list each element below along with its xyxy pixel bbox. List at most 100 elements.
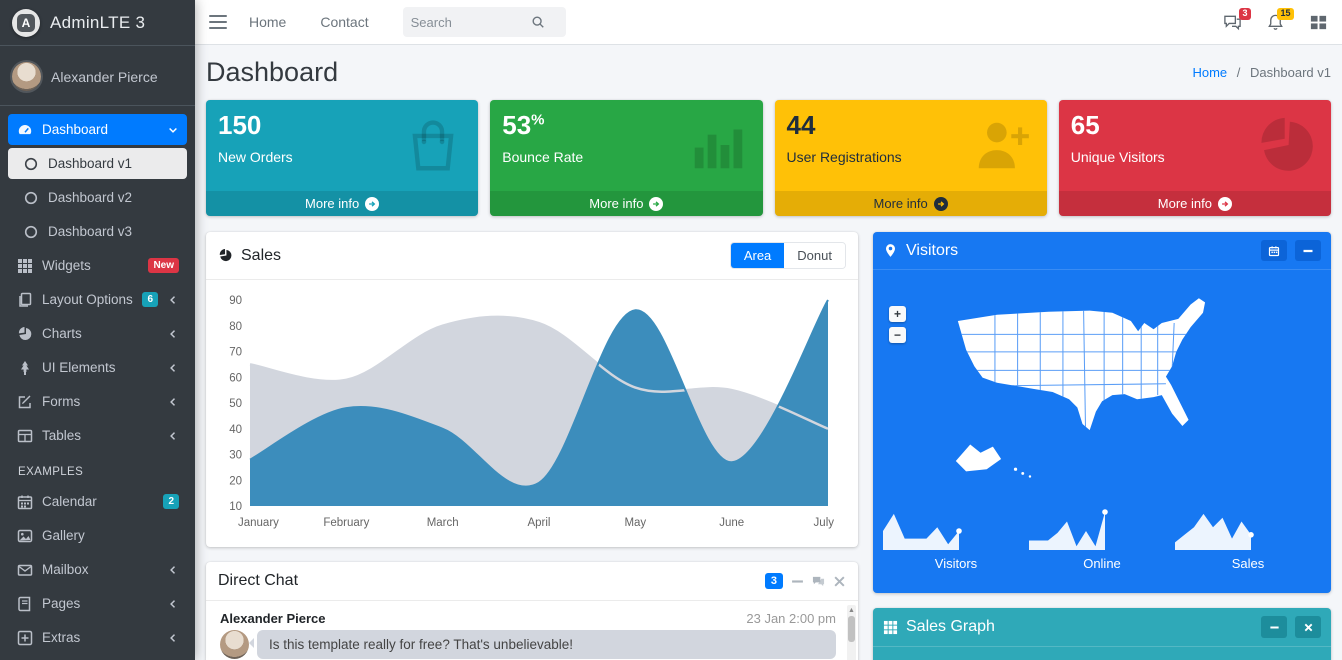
sidebar-item-pages[interactable]: Pages bbox=[8, 588, 187, 619]
sidebar-toggle-icon[interactable] bbox=[209, 15, 227, 29]
sidebar-item-dashboard-v1[interactable]: Dashboard v1 bbox=[8, 148, 187, 179]
notifications-bell-icon[interactable]: 15 bbox=[1266, 7, 1294, 32]
navbar-right: 3 15 bbox=[1223, 7, 1328, 32]
chat-count-badge: 3 bbox=[764, 573, 783, 589]
info-box-bounce-rate: 53% Bounce Rate More info bbox=[490, 100, 763, 216]
calendar-button[interactable] bbox=[1261, 240, 1287, 261]
sidebar-item-label: Dashboard bbox=[42, 122, 109, 137]
map-zoom-in-button[interactable]: + bbox=[889, 306, 906, 322]
info-box-new-orders: 150 New Orders More info bbox=[206, 100, 479, 216]
shopping-bag-icon bbox=[400, 114, 466, 176]
more-info-link[interactable]: More info bbox=[1058, 191, 1331, 216]
user-name: Alexander Pierce bbox=[51, 68, 158, 85]
navbar-link-home[interactable]: Home bbox=[249, 14, 286, 30]
adminlte-logo-icon: A bbox=[12, 8, 40, 37]
area-button[interactable]: Area bbox=[730, 243, 785, 268]
stats-bars-icon bbox=[685, 114, 751, 176]
image-icon bbox=[16, 527, 33, 544]
sidebar-item-layout-options[interactable]: Layout Options 6 bbox=[8, 284, 187, 315]
svg-text:June: June bbox=[719, 517, 744, 529]
donut-button[interactable]: Donut bbox=[784, 243, 845, 268]
chevron-left-icon bbox=[167, 328, 179, 340]
sidebar-item-dashboard-v3[interactable]: Dashboard v3 bbox=[8, 216, 187, 247]
sidebar-item-mailbox[interactable]: Mailbox bbox=[8, 554, 187, 585]
sidebar-item-label: Mailbox bbox=[42, 562, 89, 577]
svg-text:60: 60 bbox=[229, 372, 242, 384]
sidebar-item-calendar[interactable]: Calendar 2 bbox=[8, 486, 187, 517]
sidebar-item-label: Layout Options bbox=[42, 292, 133, 307]
chevron-left-icon bbox=[167, 294, 179, 306]
main-area: Home Contact 3 15 bbox=[195, 0, 1342, 660]
sales-card: Sales Area Donut 90 80 70 60 50 40 30 20 10 Janua… bbox=[206, 232, 858, 547]
breadcrumb-home-link[interactable]: Home bbox=[1192, 65, 1227, 80]
sidebar-item-ui-elements[interactable]: UI Elements bbox=[8, 352, 187, 383]
map-zoom-out-button[interactable]: − bbox=[889, 327, 906, 343]
more-info-link[interactable]: More info bbox=[206, 191, 479, 216]
more-info-link[interactable]: More info bbox=[774, 191, 1047, 216]
sidebar-item-label: Dashboard v1 bbox=[48, 156, 133, 171]
chat-contacts-icon[interactable] bbox=[812, 575, 825, 588]
svg-text:80: 80 bbox=[229, 321, 242, 333]
circle-icon bbox=[22, 189, 39, 206]
chevron-left-icon bbox=[167, 396, 179, 408]
scroll-up-arrow[interactable]: ▲ bbox=[847, 605, 856, 615]
th-large-icon[interactable] bbox=[1309, 13, 1328, 32]
sidebar-item-extras[interactable]: Extras bbox=[8, 622, 187, 653]
sidebar-item-label: Charts bbox=[42, 326, 82, 341]
scroll-thumb[interactable] bbox=[848, 616, 855, 642]
chat-scrollbar[interactable]: ▲ bbox=[847, 605, 856, 660]
sidebar-item-widgets[interactable]: Widgets New bbox=[8, 250, 187, 281]
direct-chat-card: Direct Chat 3 Alexander Pierce 23 Jan 2:… bbox=[206, 562, 858, 660]
calendar-icon bbox=[16, 493, 33, 510]
chart-type-switch: Area Donut bbox=[729, 242, 846, 269]
page-title: Dashboard bbox=[206, 57, 339, 87]
adminlte-dashboard: A AdminLTE 3 Alexander Pierce Dashboard … bbox=[0, 0, 1342, 660]
minimize-button[interactable] bbox=[1295, 240, 1321, 261]
chevron-left-icon bbox=[167, 598, 179, 610]
visitors-card: Visitors + − Visitors Online Sales bbox=[873, 232, 1331, 593]
svg-text:May: May bbox=[624, 517, 646, 529]
user-panel[interactable]: Alexander Pierce bbox=[0, 50, 195, 106]
info-box-user-registrations: 44 User Registrations More info bbox=[774, 100, 1047, 216]
notifications-badge: 15 bbox=[1276, 7, 1294, 20]
usa-map-svg[interactable] bbox=[935, 288, 1265, 494]
sidebar-item-label: Gallery bbox=[42, 528, 85, 543]
sidebar-item-dashboard[interactable]: Dashboard bbox=[8, 114, 187, 145]
sales-graph-card: Sales Graph bbox=[873, 608, 1331, 660]
sidebar-nav: Dashboard Dashboard v1 Dashboard v2 Dash… bbox=[0, 106, 195, 653]
svg-text:50: 50 bbox=[229, 398, 242, 410]
info-boxes-row: 150 New Orders More info 53% Bounce Rate… bbox=[206, 100, 1331, 216]
close-button[interactable] bbox=[1295, 616, 1321, 638]
sidebar-item-label: Forms bbox=[42, 394, 81, 409]
minimize-button[interactable] bbox=[1261, 616, 1287, 638]
close-icon[interactable] bbox=[833, 575, 846, 588]
chevron-down-icon bbox=[167, 124, 179, 136]
envelope-icon bbox=[16, 561, 33, 578]
svg-text:January: January bbox=[238, 517, 279, 529]
info-box-unique-visitors: 65 Unique Visitors More info bbox=[1058, 100, 1331, 216]
brand[interactable]: A AdminLTE 3 bbox=[0, 0, 195, 46]
minimize-icon[interactable] bbox=[791, 575, 804, 588]
messages-badge: 3 bbox=[1238, 7, 1251, 20]
sidebar-item-label: Dashboard v2 bbox=[48, 190, 133, 205]
svg-text:20: 20 bbox=[229, 475, 242, 487]
navbar-link-contact[interactable]: Contact bbox=[320, 14, 368, 30]
search-input[interactable] bbox=[410, 14, 531, 30]
sidebar-item-dashboard-v2[interactable]: Dashboard v2 bbox=[8, 182, 187, 213]
messages-icon[interactable]: 3 bbox=[1223, 7, 1251, 32]
svg-text:10: 10 bbox=[229, 501, 242, 513]
search-icon[interactable] bbox=[531, 15, 545, 29]
chat-messages: Alexander Pierce 23 Jan 2:00 pm Is this … bbox=[206, 601, 858, 660]
svg-text:March: March bbox=[427, 517, 459, 529]
sales-chart: 90 80 70 60 50 40 30 20 10 January February March Ap… bbox=[206, 280, 858, 542]
chevron-left-icon bbox=[167, 564, 179, 576]
sidebar-item-charts[interactable]: Charts bbox=[8, 318, 187, 349]
sidebar-item-forms[interactable]: Forms bbox=[8, 386, 187, 417]
content: Dashboard Home / Dashboard v1 150 New Or… bbox=[195, 45, 1342, 660]
circle-icon bbox=[22, 223, 39, 240]
sidebar-item-tables[interactable]: Tables bbox=[8, 420, 187, 451]
sidebar-item-gallery[interactable]: Gallery bbox=[8, 520, 187, 551]
person-add-icon bbox=[969, 114, 1035, 176]
visitors-card-title: Visitors bbox=[906, 241, 959, 259]
more-info-link[interactable]: More info bbox=[490, 191, 763, 216]
